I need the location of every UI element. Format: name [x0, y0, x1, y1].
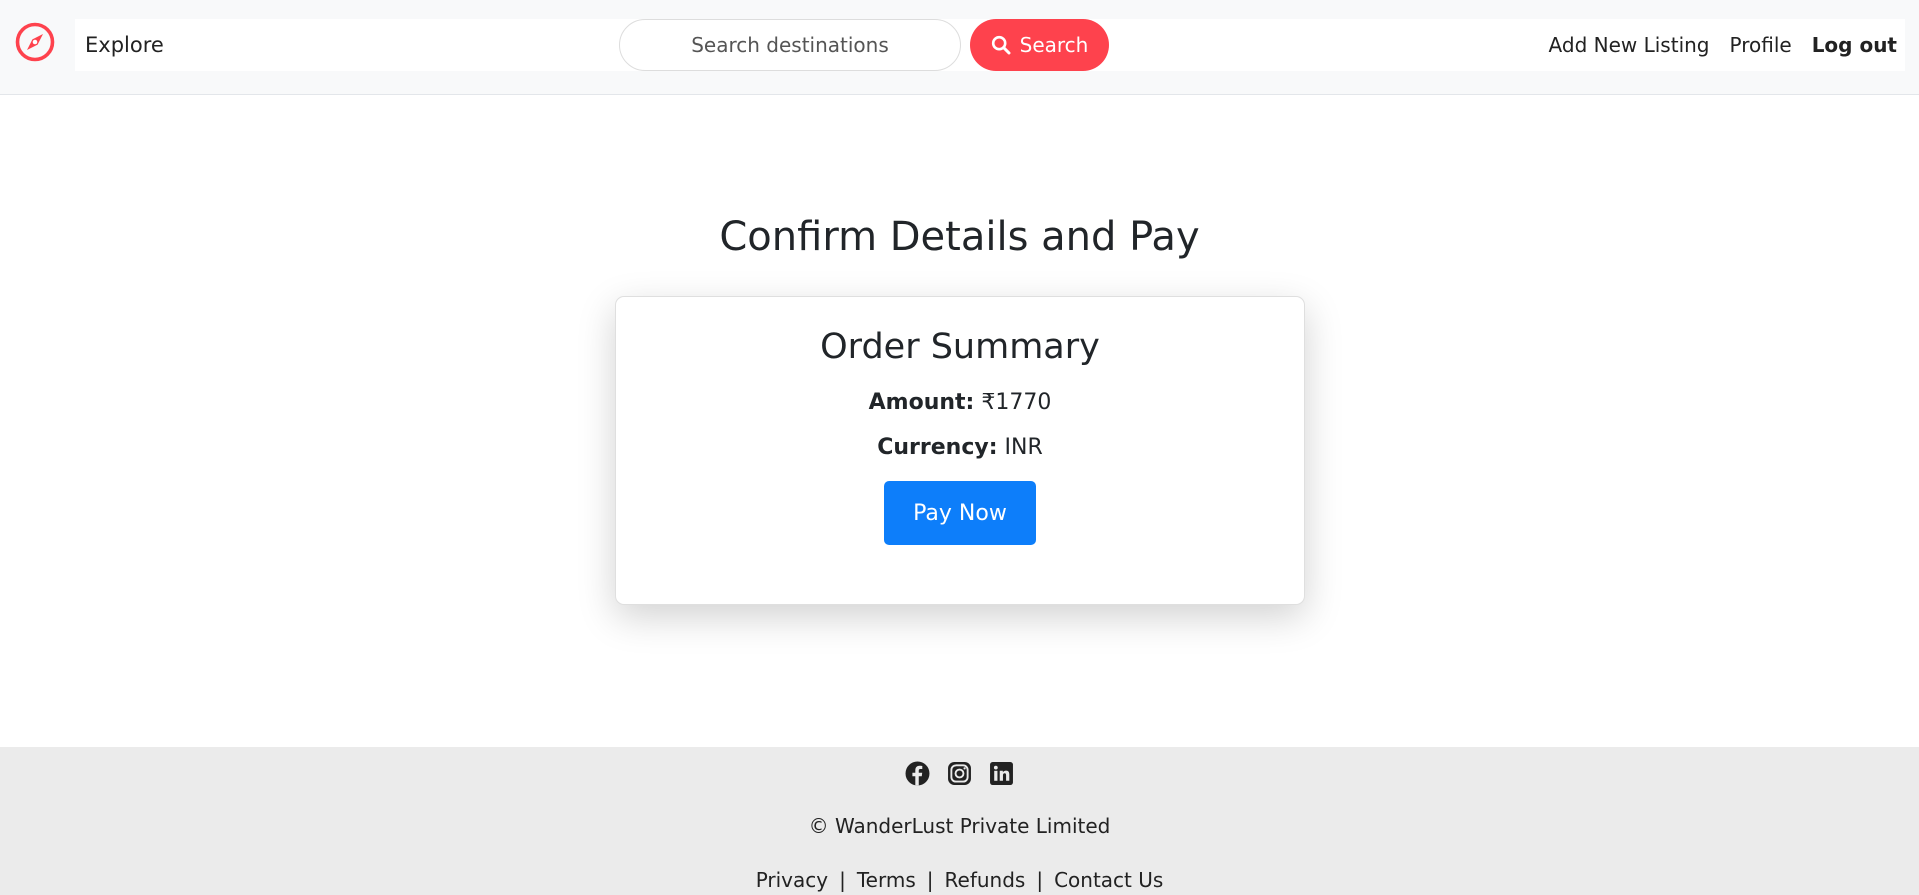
compass-icon[interactable]	[14, 21, 56, 63]
logout-link[interactable]: Log out	[1812, 33, 1897, 57]
footer-links: Privacy | Terms | Refunds | Contact Us	[0, 868, 1919, 892]
currency-label: Currency:	[877, 435, 998, 460]
contact-us-link[interactable]: Contact Us	[1054, 868, 1163, 892]
page-title: Confirm Details and Pay	[719, 214, 1200, 260]
search-icon	[991, 35, 1011, 55]
instagram-icon[interactable]	[947, 761, 972, 786]
link-separator: |	[1036, 868, 1044, 892]
link-separator: |	[926, 868, 934, 892]
currency-value: INR	[1004, 435, 1043, 460]
privacy-link[interactable]: Privacy	[756, 868, 828, 892]
pay-now-button[interactable]: Pay Now	[884, 481, 1036, 545]
amount-value: ₹1770	[981, 390, 1052, 415]
footer: © WanderLust Private Limited Privacy | T…	[0, 747, 1919, 895]
nav-right: Add New Listing Profile Log out	[1549, 19, 1905, 71]
link-separator: |	[839, 868, 846, 892]
refunds-link[interactable]: Refunds	[945, 868, 1026, 892]
amount-label: Amount:	[868, 390, 975, 415]
social-links	[0, 761, 1919, 786]
add-new-listing-link[interactable]: Add New Listing	[1549, 33, 1710, 57]
linkedin-icon[interactable]	[989, 761, 1014, 786]
profile-link[interactable]: Profile	[1730, 33, 1792, 57]
order-summary-heading: Order Summary	[820, 327, 1100, 367]
search-input[interactable]	[619, 19, 961, 71]
facebook-icon[interactable]	[905, 761, 930, 786]
order-summary-card: Order Summary Amount: ₹1770 Currency: IN…	[615, 296, 1305, 605]
copyright-text: © WanderLust Private Limited	[808, 814, 1111, 838]
nav-explore-link[interactable]: Explore	[85, 19, 164, 71]
amount-row: Amount: ₹1770	[616, 390, 1304, 415]
search-button-label: Search	[1019, 33, 1089, 57]
nav-container: Explore Search Add New Listing Profile L…	[75, 19, 1905, 71]
search-button[interactable]: Search	[970, 19, 1109, 71]
navbar: Explore Search Add New Listing Profile L…	[0, 0, 1919, 95]
currency-row: Currency: INR	[616, 435, 1304, 460]
terms-link[interactable]: Terms	[857, 868, 916, 892]
